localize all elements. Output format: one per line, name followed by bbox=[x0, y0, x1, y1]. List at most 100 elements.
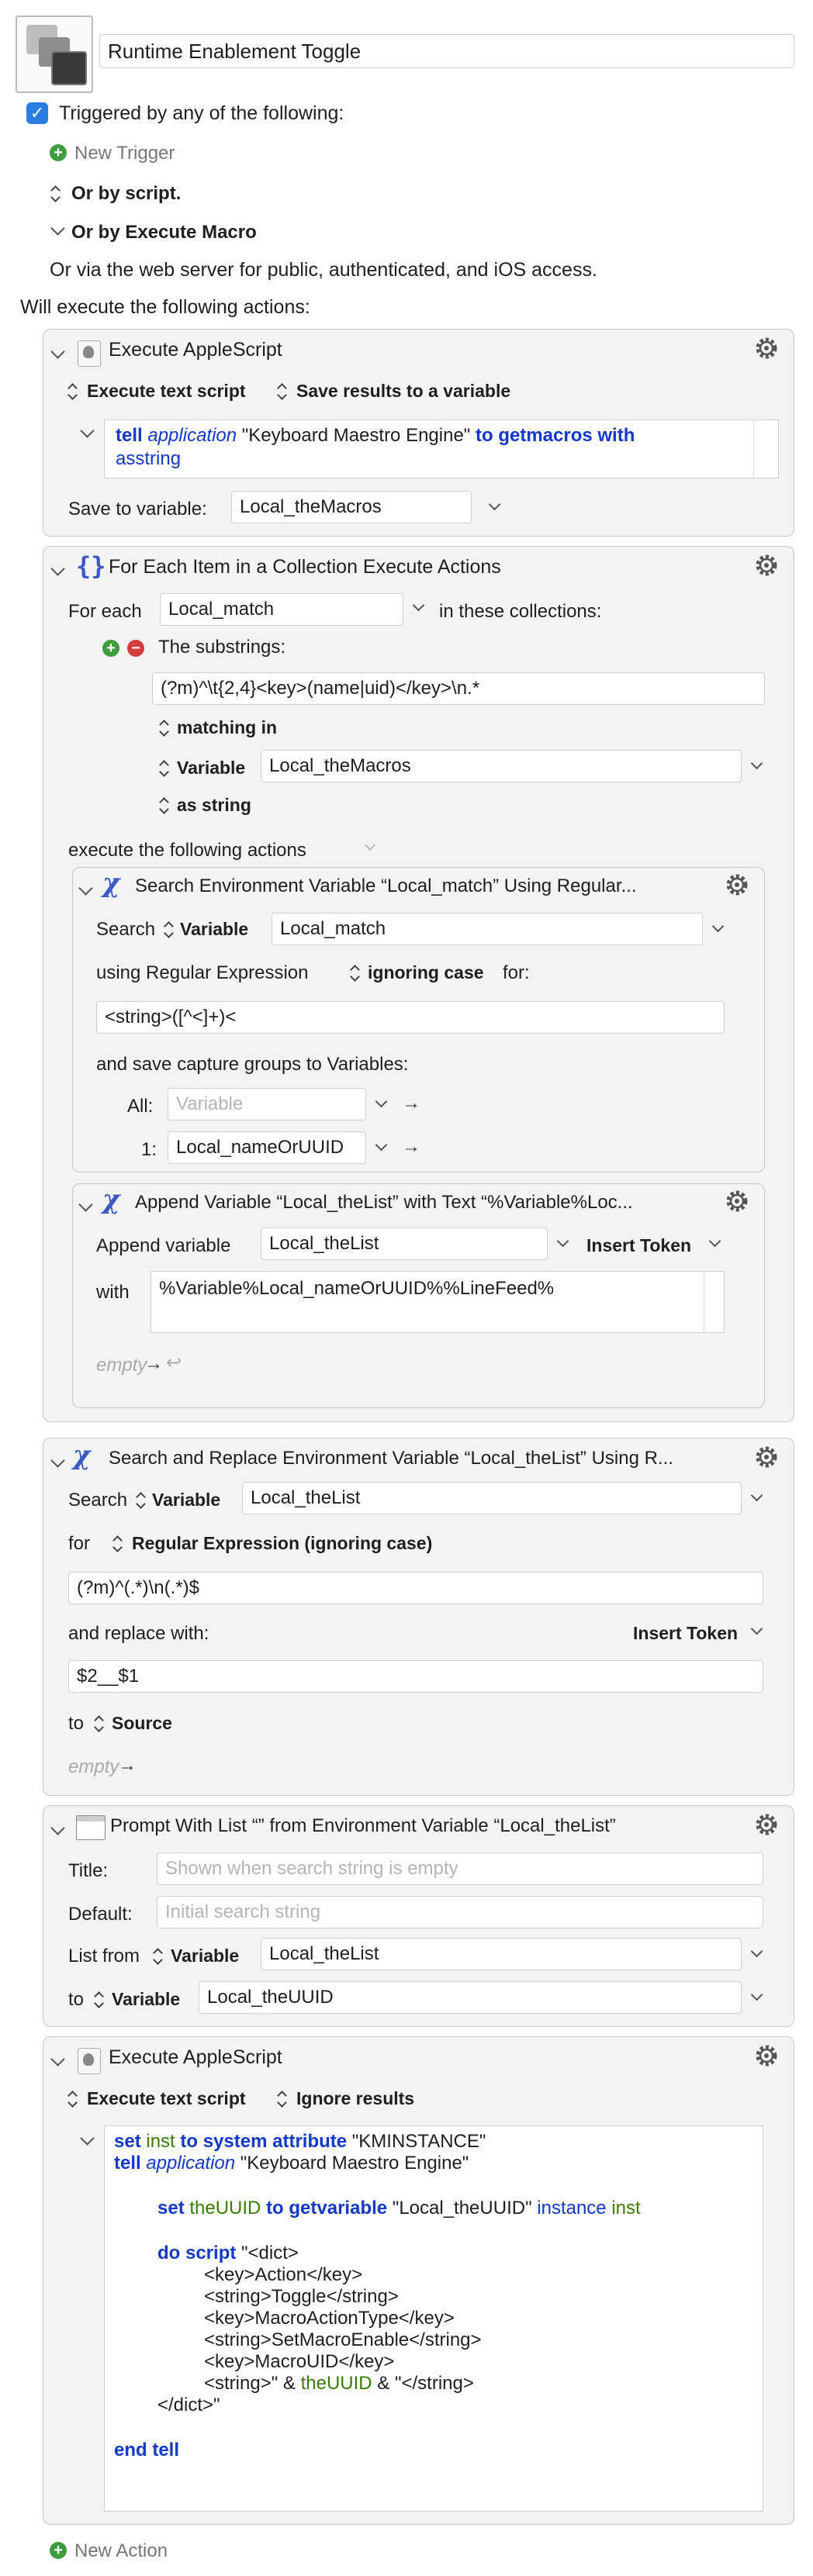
collapse-chevron-icon[interactable] bbox=[50, 2052, 65, 2067]
search-regex-field[interactable]: (?m)^(.*)\n(.*)$ bbox=[68, 1572, 763, 1604]
new-action-plus-icon[interactable]: + bbox=[50, 2542, 67, 2559]
action-search-replace[interactable]: χ Search and Replace Environment Variabl… bbox=[43, 1438, 794, 1796]
gear-icon[interactable] bbox=[723, 871, 751, 899]
action-append-variable[interactable]: χ Append Variable “Local_theList” with T… bbox=[72, 1183, 765, 1408]
list-variable-field[interactable]: Local_theList bbox=[261, 1938, 742, 1970]
as-string-select[interactable]: as string bbox=[177, 795, 251, 816]
script-editor[interactable]: set inst to system attribute "KMINSTANCE… bbox=[104, 2125, 763, 2512]
variable-dropdown-icon[interactable] bbox=[556, 1234, 569, 1248]
mode-updown-icon[interactable] bbox=[67, 382, 78, 401]
execute-mode-select[interactable]: Execute text script bbox=[87, 2088, 246, 2109]
as-string-updown-icon[interactable] bbox=[158, 796, 169, 815]
remove-collection-minus-icon[interactable]: − bbox=[127, 640, 144, 657]
insert-token-menu[interactable]: Insert Token bbox=[633, 1623, 738, 1644]
gear-icon[interactable] bbox=[752, 2042, 780, 2070]
variable-dropdown-icon[interactable] bbox=[750, 1489, 763, 1502]
action-title: Execute AppleScript bbox=[109, 339, 282, 361]
search-variable-field[interactable]: Local_theList bbox=[242, 1482, 742, 1514]
gear-icon[interactable] bbox=[752, 334, 780, 362]
collapse-chevron-icon[interactable] bbox=[50, 1821, 65, 1835]
save-variable-field[interactable]: Local_theMacros bbox=[231, 491, 472, 523]
variable-dropdown-icon[interactable] bbox=[750, 1945, 763, 1958]
insert-token-chevron-icon[interactable] bbox=[750, 1622, 763, 1635]
code-keyword: to bbox=[266, 2198, 284, 2219]
list-source-updown-icon[interactable] bbox=[152, 1947, 163, 1966]
append-text-field[interactable]: %Variable%Local_nameOrUUID%%LineFeed% bbox=[150, 1271, 725, 1333]
insert-token-menu[interactable]: Insert Token bbox=[586, 1235, 691, 1256]
script-collapse-chevron-icon[interactable] bbox=[80, 423, 95, 438]
or-by-script-updown-icon[interactable] bbox=[50, 185, 61, 203]
to-destination-select[interactable]: Source bbox=[112, 1713, 172, 1734]
actions-menu-chevron-icon[interactable] bbox=[364, 839, 376, 851]
results-updown-icon[interactable] bbox=[276, 2090, 287, 2108]
prompt-default-field[interactable]: Initial search string bbox=[157, 1896, 763, 1929]
action-search-regex[interactable]: χ Search Environment Variable “Local_mat… bbox=[72, 867, 765, 1172]
collapse-chevron-icon[interactable] bbox=[78, 1197, 93, 1212]
gear-icon[interactable] bbox=[752, 1811, 780, 1839]
matching-updown-icon[interactable] bbox=[158, 719, 169, 737]
to-variable-select[interactable]: Variable bbox=[112, 1989, 180, 2010]
macro-name-field[interactable]: Runtime Enablement Toggle bbox=[99, 34, 794, 68]
script-collapse-chevron-icon[interactable] bbox=[80, 2131, 95, 2146]
search-regex-field[interactable]: <string>([^<]+)< bbox=[96, 1001, 725, 1034]
variable-dropdown-icon[interactable] bbox=[488, 498, 501, 511]
group-1-variable-field[interactable]: Local_nameOrUUID bbox=[168, 1131, 366, 1164]
action-prompt-with-list[interactable]: Prompt With List “” from Environment Var… bbox=[43, 1805, 794, 2027]
variable-updown-icon[interactable] bbox=[158, 759, 169, 778]
collection-variable-field[interactable]: Local_theMacros bbox=[261, 750, 742, 782]
script-editor[interactable]: tell application "Keyboard Maestro Engin… bbox=[104, 420, 779, 478]
mode-updown-icon[interactable] bbox=[67, 2090, 78, 2108]
search-variable-field[interactable]: Local_match bbox=[272, 913, 703, 945]
results-mode-select[interactable]: Save results to a variable bbox=[296, 381, 510, 402]
gear-icon[interactable] bbox=[752, 551, 780, 579]
regex-mode-select[interactable]: Regular Expression (ignoring case) bbox=[132, 1533, 432, 1554]
search-source-select[interactable]: Variable bbox=[180, 919, 248, 940]
variable-type-select[interactable]: Variable bbox=[177, 758, 245, 779]
variable-x-icon: χ bbox=[102, 868, 120, 899]
action-execute-applescript-2[interactable]: Execute AppleScript Execute text script … bbox=[43, 2036, 794, 2525]
or-by-execute-chevron-icon[interactable] bbox=[50, 221, 65, 236]
gear-icon[interactable] bbox=[723, 1187, 751, 1215]
search-source-updown-icon[interactable] bbox=[163, 920, 174, 939]
variable-dropdown-icon[interactable] bbox=[375, 1138, 388, 1152]
triggered-checkbox[interactable]: ✓ bbox=[26, 102, 48, 124]
append-variable-field[interactable]: Local_theList bbox=[261, 1228, 548, 1260]
variable-dropdown-icon[interactable] bbox=[750, 1988, 763, 2001]
matching-in-select[interactable]: matching in bbox=[177, 717, 277, 738]
prompt-title-field[interactable]: Shown when search string is empty bbox=[157, 1853, 763, 1885]
list-source-select[interactable]: Variable bbox=[171, 1946, 239, 1967]
or-by-execute-macro-toggle[interactable]: Or by Execute Macro bbox=[71, 222, 257, 243]
gear-icon[interactable] bbox=[752, 1443, 780, 1471]
to-variable-field[interactable]: Local_theUUID bbox=[199, 1981, 742, 2014]
add-collection-plus-icon[interactable]: + bbox=[102, 640, 119, 657]
search-source-select[interactable]: Variable bbox=[152, 1490, 220, 1511]
variable-dropdown-icon[interactable] bbox=[375, 1095, 388, 1108]
to-updown-icon[interactable] bbox=[93, 1991, 104, 2009]
collapse-chevron-icon[interactable] bbox=[50, 561, 65, 576]
results-updown-icon[interactable] bbox=[276, 382, 287, 401]
for-each-variable-field[interactable]: Local_match bbox=[160, 593, 403, 626]
substrings-regex-field[interactable]: (?m)^\t{2,4}<key>(name|uid)</key>\n.* bbox=[152, 672, 765, 705]
insert-token-chevron-icon[interactable] bbox=[708, 1234, 721, 1248]
search-source-updown-icon[interactable] bbox=[135, 1491, 146, 1510]
collapse-chevron-icon[interactable] bbox=[50, 1453, 65, 1468]
execute-mode-select[interactable]: Execute text script bbox=[87, 381, 246, 402]
new-action-button[interactable]: New Action bbox=[74, 2540, 168, 2562]
collapse-chevron-icon[interactable] bbox=[50, 344, 65, 359]
variable-dropdown-icon[interactable] bbox=[412, 599, 425, 612]
collapse-chevron-icon[interactable] bbox=[78, 881, 93, 896]
ignoring-case-select[interactable]: ignoring case bbox=[368, 962, 484, 983]
all-variable-field[interactable]: Variable bbox=[168, 1088, 366, 1121]
case-updown-icon[interactable] bbox=[349, 964, 360, 982]
macro-icon[interactable] bbox=[16, 16, 93, 93]
regex-mode-updown-icon[interactable] bbox=[112, 1535, 123, 1553]
variable-dropdown-icon[interactable] bbox=[750, 757, 763, 770]
variable-dropdown-icon[interactable] bbox=[711, 920, 725, 933]
replace-value-field[interactable]: $2__$1 bbox=[68, 1660, 763, 1693]
new-trigger-button[interactable]: New Trigger bbox=[74, 143, 175, 164]
new-trigger-plus-icon[interactable]: + bbox=[50, 144, 67, 161]
action-execute-applescript-1[interactable]: Execute AppleScript Execute text script … bbox=[43, 329, 794, 537]
results-mode-select[interactable]: Ignore results bbox=[296, 2088, 414, 2109]
to-updown-icon[interactable] bbox=[93, 1714, 104, 1733]
or-by-script-toggle[interactable]: Or by script. bbox=[71, 183, 181, 205]
